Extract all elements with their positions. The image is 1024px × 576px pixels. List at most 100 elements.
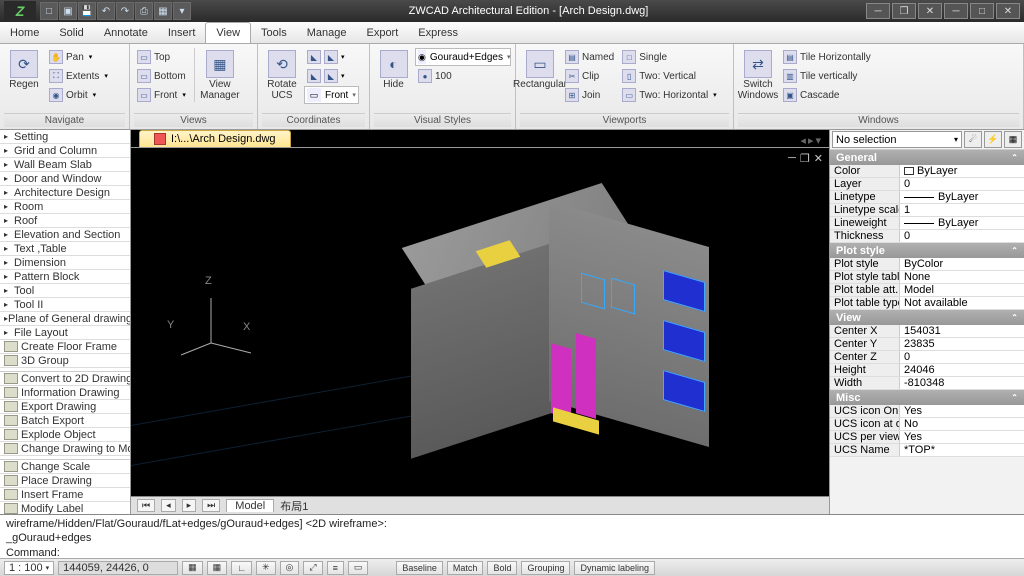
section-plot-header[interactable]: Plot style⌃: [830, 243, 1024, 258]
tree-tool[interactable]: Convert to 2D Drawing: [0, 372, 130, 386]
ucs-row1[interactable]: ◣◣▾: [304, 48, 359, 66]
prop-plotatt-value[interactable]: Model: [900, 284, 1024, 296]
tree-tool[interactable]: Batch Export: [0, 414, 130, 428]
model-viewport[interactable]: ─ ❐ ✕: [131, 148, 829, 496]
qat-redo-icon[interactable]: ↷: [116, 2, 134, 20]
prop-ucsname-value[interactable]: *TOP*: [900, 444, 1024, 456]
extents-button[interactable]: ⛶Extents▾: [46, 67, 111, 85]
tree-tool[interactable]: Insert Frame: [0, 488, 130, 502]
tree-section[interactable]: ▸Tool: [0, 284, 130, 298]
prop-layer-value[interactable]: 0: [900, 178, 1024, 190]
snap-toggle[interactable]: ▦: [182, 561, 203, 575]
section-view-header[interactable]: View⌃: [830, 310, 1024, 325]
prop-color-value[interactable]: ByLayer: [900, 165, 1024, 177]
switch-windows-button[interactable]: ⇄Switch Windows: [738, 48, 778, 103]
menu-annotate[interactable]: Annotate: [94, 22, 158, 43]
prop-ucsicon-value[interactable]: Yes: [900, 405, 1024, 417]
menu-home[interactable]: Home: [0, 22, 49, 43]
selection-dropdown[interactable]: No selection▾: [832, 131, 962, 148]
viewport-two-h-button[interactable]: ▭Two: Horizontal▾: [619, 86, 719, 104]
tree-tool[interactable]: Export Drawing: [0, 400, 130, 414]
tab-model[interactable]: Model: [226, 499, 274, 512]
regen-button[interactable]: ⟳Regen: [4, 48, 44, 92]
vp-minimize-icon[interactable]: ─: [788, 152, 796, 165]
tab-next-icon[interactable]: ▸: [808, 134, 814, 147]
cascade-button[interactable]: ▣Cascade: [780, 86, 874, 104]
ucs-row2[interactable]: ◣◣▾: [304, 67, 359, 85]
prop-lweight-value[interactable]: ByLayer: [900, 217, 1024, 229]
menu-export[interactable]: Export: [356, 22, 408, 43]
tree-section[interactable]: ▸Roof: [0, 214, 130, 228]
document-tab[interactable]: I:\...\Arch Design.dwg: [139, 130, 291, 147]
tree-section[interactable]: ▸Door and Window: [0, 172, 130, 186]
tree-tool[interactable]: Create Floor Frame: [0, 340, 130, 354]
prop-pick-icon[interactable]: ☄: [964, 131, 982, 148]
tree-section[interactable]: ▸Dimension: [0, 256, 130, 270]
vp-first-icon[interactable]: ⏮: [137, 499, 155, 512]
menu-solid[interactable]: Solid: [49, 22, 93, 43]
prop-plottable-value[interactable]: None: [900, 271, 1024, 283]
vp-last-icon[interactable]: ⏭: [202, 499, 220, 512]
menu-tools[interactable]: Tools: [251, 22, 297, 43]
shade-mode-dropdown[interactable]: ◉Gouraud+Edges▾: [415, 48, 511, 66]
tree-tool[interactable]: Change Scale: [0, 460, 130, 474]
prop-height-value[interactable]: 24046: [900, 364, 1024, 376]
pan-button[interactable]: ✋Pan▾: [46, 48, 111, 66]
tree-section[interactable]: ▸Architecture Design: [0, 186, 130, 200]
lwt-toggle[interactable]: ≡: [327, 561, 344, 575]
view-top-button[interactable]: ▭Top: [134, 48, 189, 66]
doc-minimize-button[interactable]: ─: [866, 3, 890, 19]
prop-ucsview-value[interactable]: Yes: [900, 431, 1024, 443]
qat-more-icon[interactable]: ▾: [173, 2, 191, 20]
prop-ucsorigin-value[interactable]: No: [900, 418, 1024, 430]
tree-tool[interactable]: Place Drawing: [0, 474, 130, 488]
otrack-toggle[interactable]: ⤢: [303, 561, 322, 575]
tab-layout1[interactable]: 布局1: [280, 498, 308, 514]
section-general-header[interactable]: General⌃: [830, 150, 1024, 165]
ucs-front-dropdown[interactable]: ▭Front▾: [304, 86, 359, 104]
prop-linetype-value[interactable]: ByLayer: [900, 191, 1024, 203]
view-front-button[interactable]: ▭Front▾: [134, 86, 189, 104]
tab-list-icon[interactable]: ▾: [815, 134, 821, 147]
tab-prev-icon[interactable]: ◂: [800, 134, 806, 147]
prop-width-value[interactable]: -810348: [900, 377, 1024, 389]
command-line[interactable]: wireframe/Hidden/Flat/Gouraud/fLat+edges…: [0, 514, 1024, 558]
hide-button[interactable]: ◐Hide: [374, 48, 413, 92]
viewport-two-v-button[interactable]: ▯Two: Vertical: [619, 67, 719, 85]
prop-centery-value[interactable]: 23835: [900, 338, 1024, 350]
window-minimize-button[interactable]: ─: [944, 3, 968, 19]
doc-close-button[interactable]: ✕: [918, 3, 942, 19]
prop-centerx-value[interactable]: 154031: [900, 325, 1024, 337]
shade-100-button[interactable]: ●100: [415, 67, 511, 85]
menu-view[interactable]: View: [205, 22, 251, 43]
tree-tool[interactable]: 3D Group: [0, 354, 130, 368]
tree-section[interactable]: ▸Grid and Column: [0, 144, 130, 158]
doc-restore-button[interactable]: ❐: [892, 3, 916, 19]
tree-section[interactable]: ▸Plane of General drawing: [0, 312, 130, 326]
viewport-rect-button[interactable]: ▭Rectangular: [520, 48, 560, 92]
tile-h-button[interactable]: ▤Tile Horizontally: [780, 48, 874, 66]
qat-print-icon[interactable]: ⎙: [135, 2, 153, 20]
status-dynamic[interactable]: Dynamic labeling: [574, 561, 655, 575]
polar-toggle[interactable]: ✳: [256, 561, 276, 575]
vp-next-icon[interactable]: ▸: [182, 499, 197, 512]
tree-section[interactable]: ▸Text ,Table: [0, 242, 130, 256]
tree-tool[interactable]: Explode Object: [0, 428, 130, 442]
vp-close-icon[interactable]: ✕: [814, 152, 823, 165]
grid-toggle[interactable]: ▦: [207, 561, 228, 575]
viewport-clip-button[interactable]: ✂Clip: [562, 67, 617, 85]
tree-section[interactable]: ▸Room: [0, 200, 130, 214]
tree-section[interactable]: ▸Pattern Block: [0, 270, 130, 284]
tree-section[interactable]: ▸Wall Beam Slab: [0, 158, 130, 172]
status-bold[interactable]: Bold: [487, 561, 517, 575]
qat-new-icon[interactable]: □: [40, 2, 58, 20]
viewport-named-button[interactable]: ▤Named: [562, 48, 617, 66]
qat-undo-icon[interactable]: ↶: [97, 2, 115, 20]
tree-tool[interactable]: Information Drawing: [0, 386, 130, 400]
section-misc-header[interactable]: Misc⌃: [830, 390, 1024, 405]
status-match[interactable]: Match: [447, 561, 484, 575]
tree-section[interactable]: ▸Setting: [0, 130, 130, 144]
window-maximize-button[interactable]: □: [970, 3, 994, 19]
view-manager-button[interactable]: ▦View Manager: [200, 48, 240, 103]
qat-open-icon[interactable]: ▣: [59, 2, 77, 20]
